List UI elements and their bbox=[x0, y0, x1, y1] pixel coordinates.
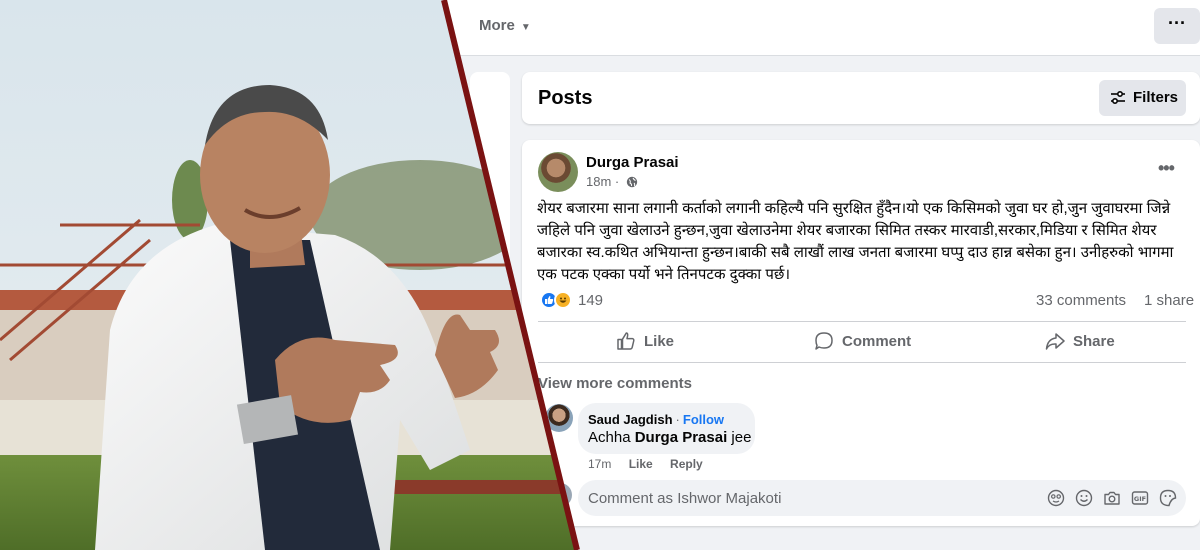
diagonal-divider bbox=[441, 0, 580, 550]
